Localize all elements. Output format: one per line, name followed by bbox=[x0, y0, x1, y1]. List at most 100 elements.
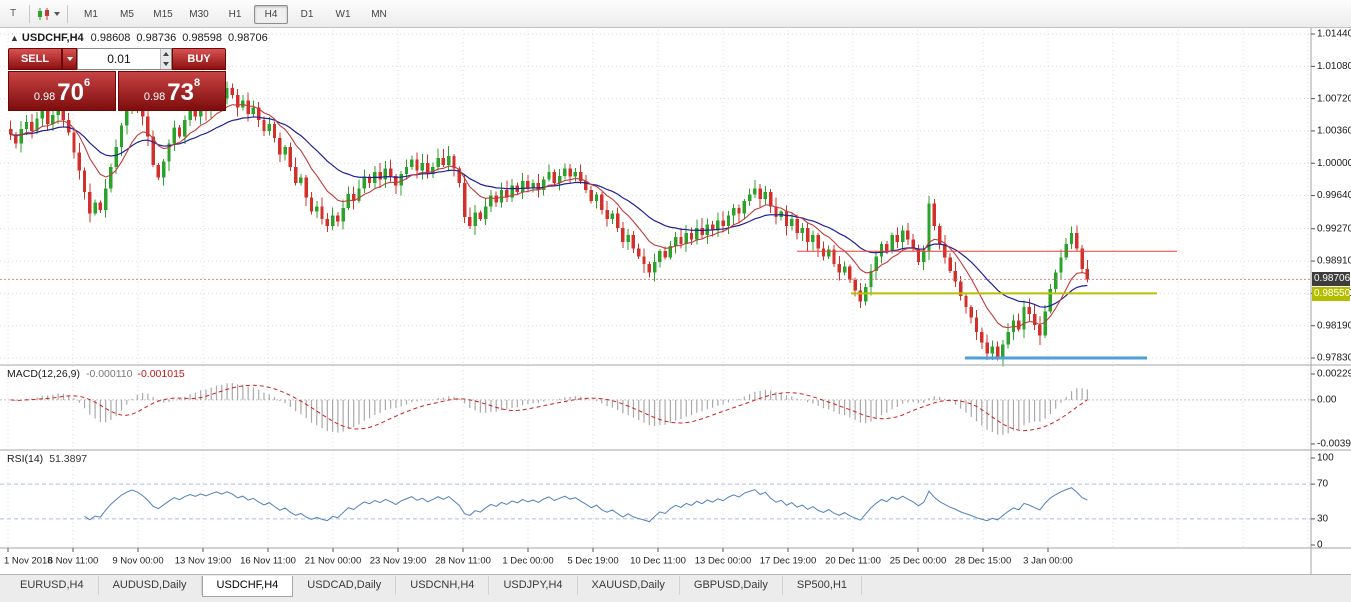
tab-usdcnh-h4[interactable]: USDCNH,H4 bbox=[396, 576, 489, 595]
sell-button[interactable]: SELL bbox=[8, 48, 62, 70]
timeframe-button-mn[interactable]: MN bbox=[362, 5, 396, 24]
macd-signal-line bbox=[11, 385, 1088, 430]
svg-text:16 Nov 11:00: 16 Nov 11:00 bbox=[240, 556, 296, 567]
timeframe-button-m1[interactable]: M1 bbox=[74, 5, 108, 24]
rsi-title: RSI(14)51.3897 bbox=[7, 453, 87, 465]
rsi-line bbox=[85, 488, 1088, 522]
svg-text:0.98910: 0.98910 bbox=[1317, 256, 1351, 267]
volume-input[interactable] bbox=[78, 49, 160, 69]
current-price-badge: 0.98706 bbox=[1312, 272, 1350, 286]
svg-text:70: 70 bbox=[1317, 479, 1329, 490]
svg-text:1 Dec 00:00: 1 Dec 00:00 bbox=[502, 556, 553, 567]
svg-text:28 Nov 11:00: 28 Nov 11:00 bbox=[435, 556, 491, 567]
macd-signal-value: -0.001015 bbox=[137, 368, 184, 380]
timeframe-button-h1[interactable]: H1 bbox=[218, 5, 252, 24]
macd-histogram bbox=[11, 383, 1088, 435]
timeframe-button-m5[interactable]: M5 bbox=[110, 5, 144, 24]
svg-text:1.00720: 1.00720 bbox=[1317, 93, 1351, 104]
tab-xauusd-daily[interactable]: XAUUSD,Daily bbox=[578, 576, 680, 595]
timeframe-button-m15[interactable]: M15 bbox=[146, 5, 180, 24]
volume-decrease-button[interactable] bbox=[161, 59, 171, 69]
tab-eurusd-h4[interactable]: EURUSD,H4 bbox=[6, 576, 99, 595]
svg-text:21 Nov 00:00: 21 Nov 00:00 bbox=[305, 556, 362, 567]
svg-text:3 Jan 00:00: 3 Jan 00:00 bbox=[1023, 556, 1073, 567]
svg-text:0.98190: 0.98190 bbox=[1317, 320, 1351, 331]
tab-usdchf-h4[interactable]: USDCHF,H4 bbox=[202, 576, 294, 597]
sell-price-pip: 6 bbox=[84, 77, 90, 89]
svg-text:0.99640: 0.99640 bbox=[1317, 190, 1351, 201]
svg-text:6 Nov 11:00: 6 Nov 11:00 bbox=[48, 556, 99, 567]
svg-text:-0.003904: -0.003904 bbox=[1317, 439, 1351, 450]
svg-text:100: 100 bbox=[1317, 453, 1334, 464]
timeframe-button-d1[interactable]: D1 bbox=[290, 5, 324, 24]
svg-text:1.01440: 1.01440 bbox=[1317, 29, 1351, 40]
high-value: 0.98736 bbox=[136, 32, 176, 44]
toolbar-separator bbox=[29, 5, 30, 23]
svg-text:28 Dec 15:00: 28 Dec 15:00 bbox=[955, 556, 1012, 567]
svg-text:30: 30 bbox=[1317, 514, 1329, 525]
tab-sp500-h1[interactable]: SP500,H1 bbox=[783, 576, 862, 595]
svg-text:23 Nov 19:00: 23 Nov 19:00 bbox=[370, 556, 427, 567]
svg-text:1.00000: 1.00000 bbox=[1317, 158, 1351, 169]
buy-price-pip: 8 bbox=[194, 77, 200, 89]
mt4-window: 1.01440 1.01080 1.00720 1.00360 1.00000 0.996… bbox=[0, 0, 1351, 602]
svg-text:13 Nov 19:00: 13 Nov 19:00 bbox=[175, 556, 232, 567]
chevron-down-icon bbox=[67, 57, 73, 61]
svg-text:0.99270: 0.99270 bbox=[1317, 223, 1351, 234]
chart-ohlc-header: ▲USDCHF,H4 0.98608 0.98736 0.98598 0.98706 bbox=[10, 32, 274, 44]
svg-text:13 Dec 00:00: 13 Dec 00:00 bbox=[695, 556, 752, 567]
buy-price-prefix: 0.98 bbox=[144, 90, 165, 105]
time-axis-labels: 1 Nov 20186 Nov 11:009 Nov 00:0013 Nov 1… bbox=[4, 548, 1073, 567]
buy-button[interactable]: BUY bbox=[172, 48, 226, 70]
volume-increase-button[interactable] bbox=[161, 49, 171, 59]
buy-price-big: 73 bbox=[167, 81, 194, 105]
svg-text:10 Dec 11:00: 10 Dec 11:00 bbox=[630, 556, 686, 567]
sell-price-prefix: 0.98 bbox=[34, 90, 55, 105]
timeframe-button-w1[interactable]: W1 bbox=[326, 5, 360, 24]
macd-main-value: -0.000110 bbox=[86, 368, 133, 380]
timeframe-button-m30[interactable]: M30 bbox=[182, 5, 216, 24]
sell-price-button[interactable]: 0.98 70 6 bbox=[8, 71, 116, 111]
tab-gbpusd-daily[interactable]: GBPUSD,Daily bbox=[680, 576, 783, 595]
toolbar: T M1M5M15M30H1H4D1W1MN bbox=[0, 0, 1351, 28]
volume-dropdown-button[interactable] bbox=[62, 48, 77, 70]
toolbar-cropped-button[interactable]: T bbox=[3, 3, 23, 25]
candles-layer bbox=[9, 82, 1089, 367]
symbol-label: USDCHF,H4 bbox=[22, 32, 84, 44]
low-value: 0.98598 bbox=[182, 32, 222, 44]
svg-text:9 Nov 00:00: 9 Nov 00:00 bbox=[112, 556, 163, 567]
svg-text:0.002297: 0.002297 bbox=[1317, 369, 1351, 380]
open-value: 0.98608 bbox=[91, 32, 131, 44]
sell-price-big: 70 bbox=[57, 81, 84, 105]
toolbar-separator bbox=[67, 5, 68, 23]
volume-field bbox=[77, 48, 172, 70]
candlestick-chart-icon bbox=[37, 7, 51, 21]
triangle-down-icon bbox=[163, 62, 169, 66]
svg-text:1.01080: 1.01080 bbox=[1317, 61, 1351, 72]
timeframe-toolbar: M1M5M15M30H1H4D1W1MN bbox=[73, 4, 397, 24]
one-click-trading-panel: SELL BUY 0.98 70 6 0.98 73 8 bbox=[8, 48, 226, 111]
one-click-collapse-icon[interactable]: ▲ bbox=[10, 33, 19, 43]
svg-text:25 Dec 00:00: 25 Dec 00:00 bbox=[890, 556, 947, 567]
svg-text:17 Dec 19:00: 17 Dec 19:00 bbox=[760, 556, 817, 567]
chart-type-button[interactable] bbox=[36, 3, 61, 25]
svg-text:0.00: 0.00 bbox=[1317, 395, 1337, 406]
line-level-badge: 0.98550 bbox=[1312, 287, 1350, 301]
close-value: 0.98706 bbox=[228, 32, 268, 44]
svg-text:0: 0 bbox=[1317, 540, 1323, 551]
volume-stepper bbox=[160, 49, 171, 69]
rsi-value: 51.3897 bbox=[49, 453, 87, 465]
svg-text:0.97830: 0.97830 bbox=[1317, 353, 1351, 364]
timeframe-button-h4[interactable]: H4 bbox=[254, 5, 288, 24]
svg-text:20 Dec 11:00: 20 Dec 11:00 bbox=[825, 556, 881, 567]
tab-usdjpy-h4[interactable]: USDJPY,H4 bbox=[489, 576, 577, 595]
macd-label: MACD(12,26,9) bbox=[7, 368, 80, 380]
tab-usdcad-daily[interactable]: USDCAD,Daily bbox=[293, 576, 396, 595]
svg-text:5 Dec 19:00: 5 Dec 19:00 bbox=[567, 556, 618, 567]
chevron-down-icon bbox=[54, 12, 60, 16]
triangle-up-icon bbox=[163, 52, 169, 56]
svg-text:1.00360: 1.00360 bbox=[1317, 126, 1351, 137]
tab-audusd-daily[interactable]: AUDUSD,Daily bbox=[99, 576, 202, 595]
buy-price-button[interactable]: 0.98 73 8 bbox=[118, 71, 226, 111]
symbol-tab-bar: EURUSD,H4AUDUSD,DailyUSDCHF,H4USDCAD,Dai… bbox=[0, 574, 1351, 602]
